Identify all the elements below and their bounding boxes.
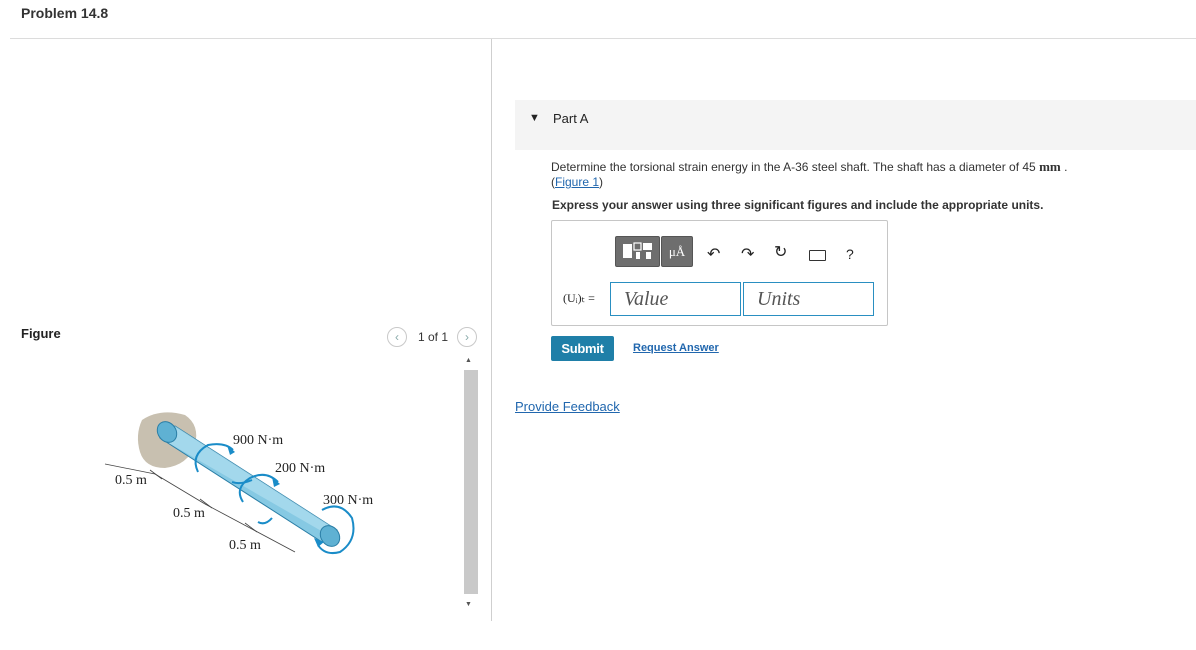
value-input[interactable] [610,282,741,316]
figure-pager: 1 of 1 [418,330,449,344]
figure-scrollbar-thumb[interactable] [464,370,478,594]
question-end: . [1060,160,1068,174]
help-icon[interactable]: ? [846,246,854,262]
units-tool-button[interactable]: μÅ [661,236,693,267]
torque-label-900: 900 N·m [233,433,283,448]
templates-button[interactable] [615,236,660,267]
redo-icon[interactable]: ↷ [741,244,754,264]
provide-feedback-link[interactable]: Provide Feedback [515,399,620,414]
scroll-up-arrow-icon[interactable]: ▲ [465,357,472,364]
question-unit: mm [1039,159,1061,174]
next-figure-button[interactable]: › [457,327,477,347]
figure-link[interactable]: Figure 1 [555,175,599,189]
keyboard-icon[interactable] [809,250,826,261]
torque-label-200: 200 N·m [275,461,325,476]
shaft-figure: 900 N·m 200 N·m 300 N·m 0.5 m 0.5 m 0.5 … [104,412,373,555]
figure-label: Figure [21,326,61,341]
dimension-label-1: 0.5 m [115,473,147,488]
request-answer-link[interactable]: Request Answer [633,342,719,354]
question-text: Determine the torsional strain energy in… [551,159,1068,189]
answer-instruction: Express your answer using three signific… [552,198,1044,212]
reset-icon[interactable]: ↻ [774,242,787,262]
scroll-down-arrow-icon[interactable]: ▼ [465,601,472,608]
dimension-label-3: 0.5 m [229,538,261,553]
column-divider [491,39,492,621]
submit-button[interactable]: Submit [551,336,614,361]
units-input[interactable] [743,282,874,316]
part-title[interactable]: Part A [553,111,588,126]
dimension-label-2: 0.5 m [173,506,205,521]
answer-variable-label: (Uᵢ)ₜ = [563,291,595,305]
templates-icon [623,242,652,259]
previous-figure-button[interactable]: ‹ [387,327,407,347]
torque-label-300: 300 N·m [323,493,373,508]
header-divider [10,38,1196,39]
undo-icon[interactable]: ↶ [707,244,720,264]
part-header[interactable] [515,100,1196,150]
chevron-left-icon: ‹ [395,330,399,344]
collapse-caret-icon[interactable]: ▼ [529,112,540,124]
problem-title: Problem 14.8 [21,5,109,21]
chevron-right-icon: › [465,330,469,344]
question-body: Determine the torsional strain energy in… [551,160,1040,174]
